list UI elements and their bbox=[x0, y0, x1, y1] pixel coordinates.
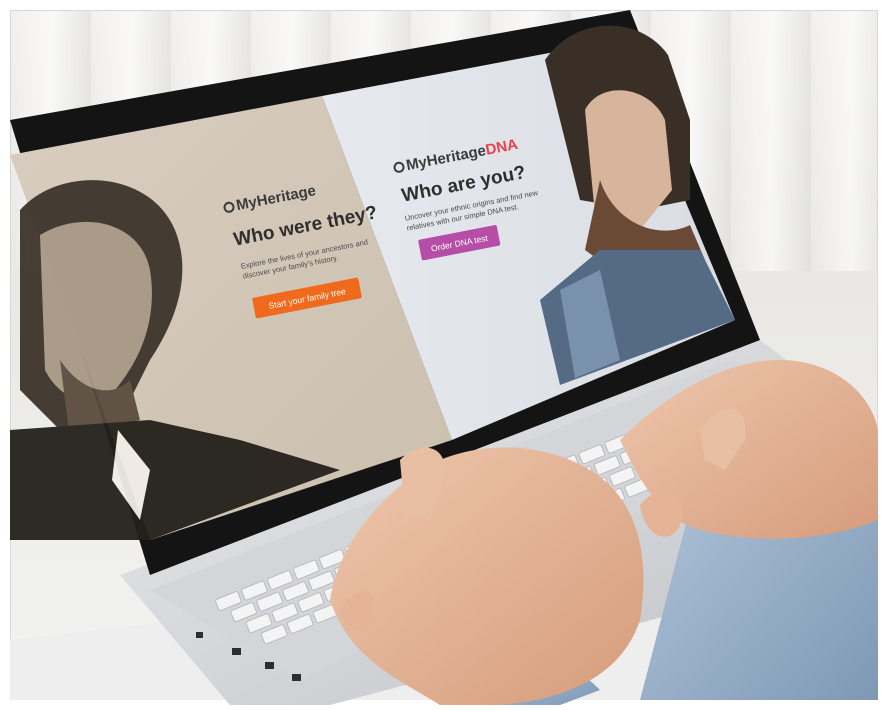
scene: MyHeritage Who were they? Explore the li… bbox=[0, 0, 889, 710]
myheritage-dna-logo-icon bbox=[392, 160, 406, 174]
myheritage-logo-icon bbox=[222, 200, 236, 214]
laptop-illustration bbox=[10, 10, 878, 705]
